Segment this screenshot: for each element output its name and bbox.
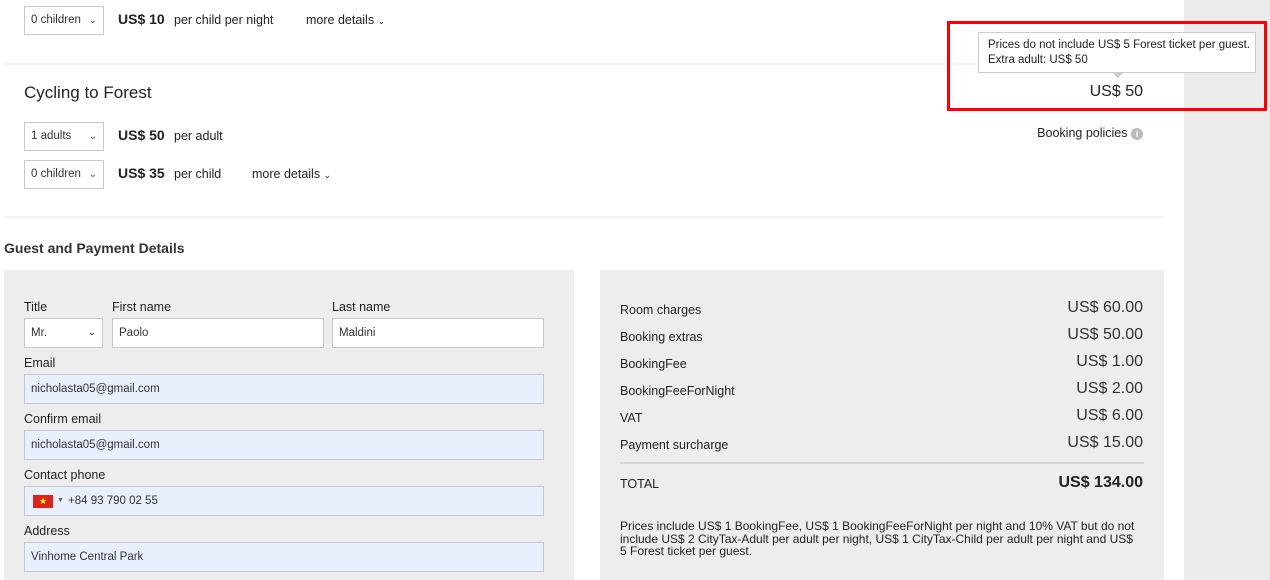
children-select[interactable]: 0 children ⌄ [24,6,104,35]
title-value: Mr. [31,327,47,339]
confirm-email-input[interactable]: nicholasta05@gmail.com [24,430,544,460]
summary-row-value: US$ 50.00 [1067,326,1143,343]
email-input[interactable]: nicholasta05@gmail.com [24,374,544,404]
chevron-down-icon: ⌄ [377,16,386,26]
summary-row-value: US$ 15.00 [1067,434,1143,451]
adults-select[interactable]: 1 adults ⌄ [24,122,104,151]
first-name-label: First name [112,300,172,314]
summary-row-value: US$ 1.00 [1076,353,1143,370]
tooltip-line: Prices do not include US$ 5 Forest ticke… [988,39,1251,51]
total-label: TOTAL [620,477,660,491]
email-label: Email [24,356,56,370]
last-name-label: Last name [332,300,391,314]
total-value: US$ 134.00 [1058,474,1143,491]
tooltip-arrow [1112,72,1124,78]
children-select-value: 0 children [31,14,81,26]
adult-unit: per adult [174,129,223,143]
adult-price: US$ 50 [118,127,165,143]
summary-divider [620,462,1144,464]
price-tooltip: Prices do not include US$ 5 Forest ticke… [978,32,1256,73]
summary-row-value: US$ 60.00 [1067,299,1143,316]
chevron-down-icon: ⌄ [88,169,97,180]
summary-row-label: BookingFee [620,357,687,371]
chevron-down-icon: ⌄ [88,131,97,142]
more-details-link[interactable]: more details ⌄ [252,167,331,181]
summary-row-label: Room charges [620,303,702,317]
address-label: Address [24,524,70,538]
phone-value: +84 93 790 02 55 [68,495,158,507]
phone-label: Contact phone [24,468,106,482]
extra-title: Cycling to Forest [24,83,152,102]
children-select[interactable]: 0 children ⌄ [24,160,104,189]
child-price: US$ 10 [118,11,165,27]
more-details-label: more details [252,167,321,181]
summary-row-value: US$ 2.00 [1076,380,1143,397]
chevron-down-icon: ⌄ [88,15,97,26]
chevron-down-icon: ⌄ [87,327,96,338]
summary-row-label: Payment surcharge [620,438,729,452]
address-input[interactable]: Vinhome Central Park [24,542,544,572]
more-details-label: more details [306,13,375,27]
summary-row-label: BookingFeeForNight [620,384,735,398]
summary-row-value: US$ 6.00 [1076,407,1143,424]
child-unit: per child [174,167,222,181]
first-name-input[interactable]: Paolo [112,318,324,348]
adults-select-value: 1 adults [31,130,72,142]
children-select-value: 0 children [31,168,81,180]
chevron-down-icon: ⌄ [323,170,332,180]
summary-row-label: Booking extras [620,330,703,344]
caret-down-icon[interactable]: ▼ [57,487,64,515]
confirm-email-label: Confirm email [24,412,102,426]
title-select[interactable]: Mr. ⌄ [24,318,103,348]
summary-row-label: VAT [620,411,643,425]
section-heading: Guest and Payment Details [4,240,185,256]
phone-input[interactable]: ★ ▼ +84 93 790 02 55 [24,486,544,516]
divider [4,216,1164,218]
info-icon[interactable]: i [1131,128,1143,140]
price-note: Prices include US$ 1 BookingFee, US$ 1 B… [620,519,1135,558]
booking-policies-label: Booking policies [1037,126,1128,140]
more-details-link[interactable]: more details ⌄ [306,13,385,27]
child-price: US$ 35 [118,165,165,181]
booking-policies-link[interactable]: Booking policies i [1037,126,1143,140]
tooltip-line: Extra adult: US$ 50 [988,54,1088,66]
vietnam-flag-icon[interactable]: ★ [33,495,53,508]
title-label: Title [24,300,48,314]
last-name-input[interactable]: Maldini [332,318,544,348]
extra-total-price: US$ 50 [1089,83,1143,100]
child-unit: per child per night [174,13,274,27]
